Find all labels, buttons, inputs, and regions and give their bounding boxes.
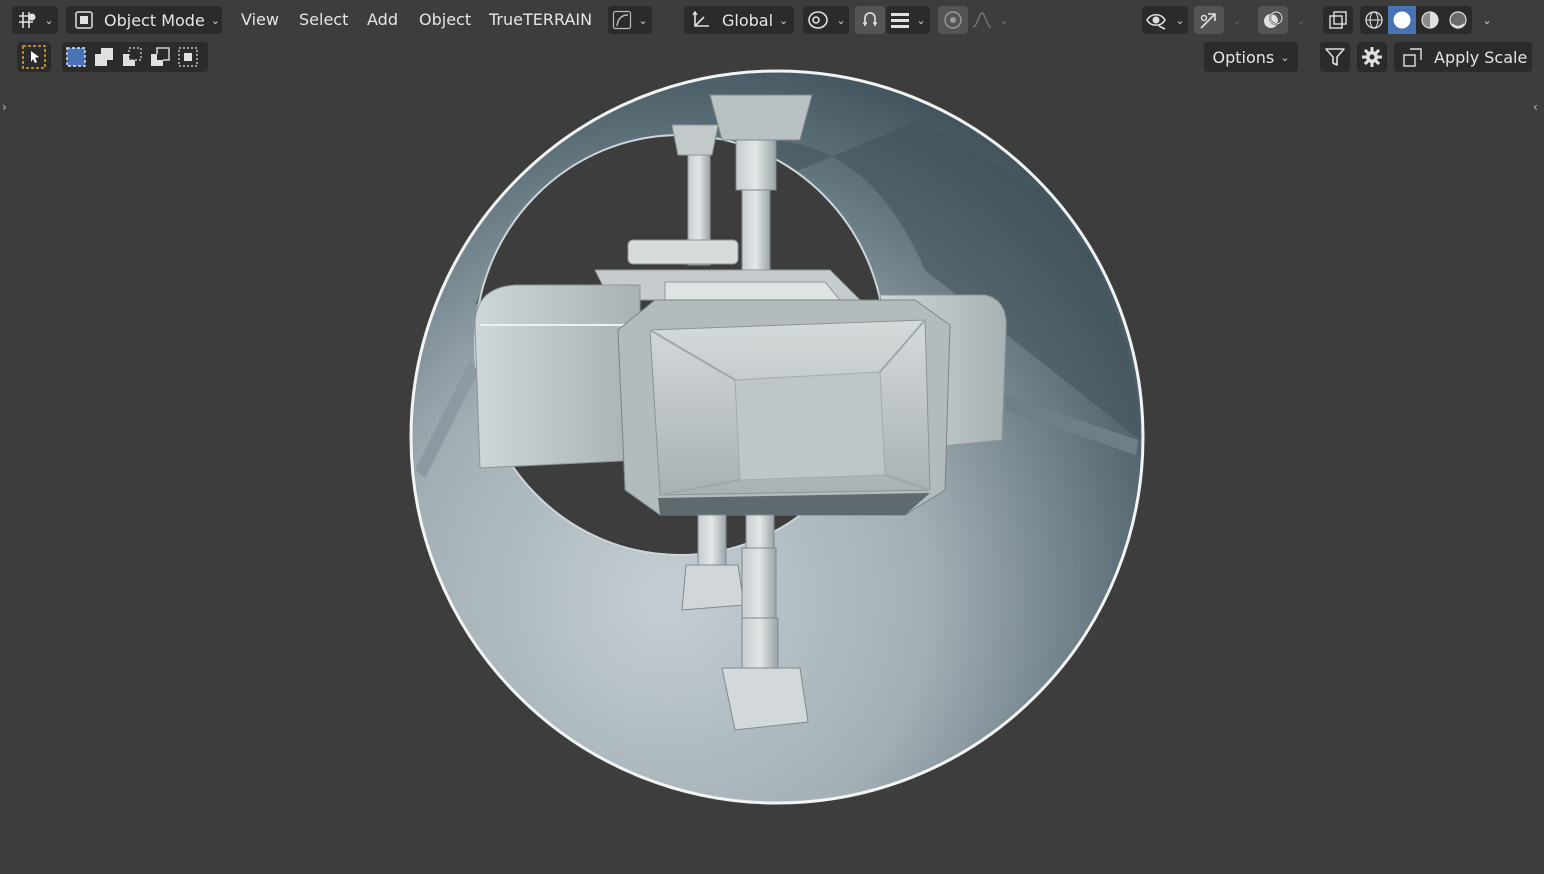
select-cursor-icon xyxy=(21,44,47,70)
rendered-shading-button[interactable] xyxy=(1444,6,1472,34)
gizmo-icon xyxy=(1198,9,1220,31)
select-subtract-button[interactable] xyxy=(118,42,146,72)
top-plate xyxy=(594,239,862,301)
chevron-down-icon: ⌄ xyxy=(836,13,846,27)
material-shading-button[interactable] xyxy=(1416,6,1444,34)
apply-scale-button[interactable]: Apply Scale xyxy=(1394,42,1532,72)
snap-toggle[interactable] xyxy=(855,6,885,34)
pivot-icon xyxy=(806,9,830,31)
options-dropdown[interactable]: Options ⌄ xyxy=(1204,42,1298,72)
options-label: Options xyxy=(1212,47,1275,67)
gear-icon xyxy=(1361,46,1383,68)
xray-icon xyxy=(1328,10,1348,30)
chevron-down-icon: ⌄ xyxy=(999,13,1009,27)
proportional-edit-icon xyxy=(943,10,963,30)
eye-icon xyxy=(1145,10,1169,30)
viewport-header: ⌄ Object Mode ⌄ View Select Add Object T… xyxy=(0,0,1544,40)
chevron-down-icon: ⌄ xyxy=(1482,13,1492,27)
mode-label: Object Mode xyxy=(104,10,205,30)
chevron-down-icon: ⌄ xyxy=(1175,13,1185,27)
proportional-falloff-dropdown[interactable]: ⌄ xyxy=(969,6,1011,34)
transform-orientation-label: Global xyxy=(722,10,774,30)
apply-scale-icon xyxy=(1402,46,1424,68)
selection-mode-group xyxy=(62,42,208,72)
left-block xyxy=(474,284,641,469)
select-new-icon xyxy=(65,46,87,68)
overlay-icon xyxy=(1262,9,1284,31)
shading-dropdown[interactable]: ⌄ xyxy=(1474,6,1500,34)
menu-select[interactable]: Select xyxy=(299,6,348,34)
viewport-render[interactable] xyxy=(0,0,1544,874)
select-intersect-icon xyxy=(177,46,199,68)
top-pole xyxy=(709,94,813,291)
overlay-toggle[interactable] xyxy=(1258,6,1288,34)
menu-object[interactable]: Object xyxy=(419,6,471,34)
filter-icon xyxy=(1324,46,1346,68)
select-extend-icon xyxy=(93,46,115,68)
lower-right-pole xyxy=(721,514,809,731)
select-intersect-button[interactable] xyxy=(174,42,202,72)
active-tool-button[interactable] xyxy=(17,42,51,72)
right-block xyxy=(879,294,1007,451)
falloff-curve-icon xyxy=(971,11,993,29)
material-shading-icon xyxy=(1420,10,1440,30)
toolbar-expand-icon[interactable]: › xyxy=(2,100,7,114)
chevron-down-icon: ⌄ xyxy=(44,13,54,27)
gizmo-toggle[interactable] xyxy=(1194,6,1224,34)
back-pole xyxy=(671,124,719,266)
wireframe-shading-icon xyxy=(1364,10,1384,30)
visibility-dropdown[interactable]: ⌄ xyxy=(1142,6,1188,34)
snap-target-dropdown[interactable]: ⌄ xyxy=(886,6,930,34)
chevron-down-icon: ⌄ xyxy=(1296,13,1306,27)
select-new-button[interactable] xyxy=(62,42,90,72)
lower-left-pole xyxy=(681,514,745,611)
apply-scale-label: Apply Scale xyxy=(1434,47,1528,67)
select-subtract-icon xyxy=(121,46,143,68)
menu-trueterrain[interactable]: TrueTERRAIN xyxy=(489,6,592,34)
sidebar-expand-icon[interactable]: ‹ xyxy=(1533,100,1538,114)
editor-type-button[interactable]: ⌄ xyxy=(12,6,58,34)
chevron-down-icon: ⌄ xyxy=(1280,50,1290,64)
solid-shading-icon xyxy=(1392,10,1412,30)
curve-dropdown[interactable]: ⌄ xyxy=(608,6,652,34)
select-extend-button[interactable] xyxy=(90,42,118,72)
select-invert-icon xyxy=(149,46,171,68)
snap-icon xyxy=(860,10,880,30)
overlay-dropdown[interactable]: ⌄ xyxy=(1289,6,1313,34)
ring-mesh xyxy=(409,69,1145,805)
curve-icon xyxy=(612,10,632,30)
chevron-down-icon: ⌄ xyxy=(779,13,789,27)
rendered-shading-icon xyxy=(1448,10,1468,30)
transform-orientation-dropdown[interactable]: Global ⌄ xyxy=(684,6,794,34)
proportional-edit-toggle[interactable] xyxy=(938,6,968,34)
main-box xyxy=(617,299,951,516)
wireframe-shading-button[interactable] xyxy=(1360,6,1388,34)
chevron-down-icon: ⌄ xyxy=(210,13,221,27)
transform-axes-icon xyxy=(690,9,712,31)
gizmo-dropdown[interactable]: ⌄ xyxy=(1225,6,1249,34)
mode-dropdown[interactable]: Object Mode ⌄ xyxy=(66,6,222,34)
chevron-down-icon: ⌄ xyxy=(916,13,926,27)
filter-button[interactable] xyxy=(1320,42,1350,72)
pivot-point-dropdown[interactable]: ⌄ xyxy=(803,6,849,34)
editor-type-icon xyxy=(16,11,38,29)
menu-view[interactable]: View xyxy=(241,6,279,34)
settings-button[interactable] xyxy=(1357,42,1387,72)
object-mode-icon xyxy=(74,10,94,30)
snap-increment-icon xyxy=(890,11,910,29)
chevron-down-icon: ⌄ xyxy=(638,13,648,27)
solid-shading-button[interactable] xyxy=(1388,6,1416,34)
shading-mode-group xyxy=(1360,6,1472,34)
select-invert-button[interactable] xyxy=(146,42,174,72)
xray-toggle[interactable] xyxy=(1323,6,1353,34)
chevron-down-icon: ⌄ xyxy=(1232,13,1242,27)
menu-add[interactable]: Add xyxy=(367,6,398,34)
